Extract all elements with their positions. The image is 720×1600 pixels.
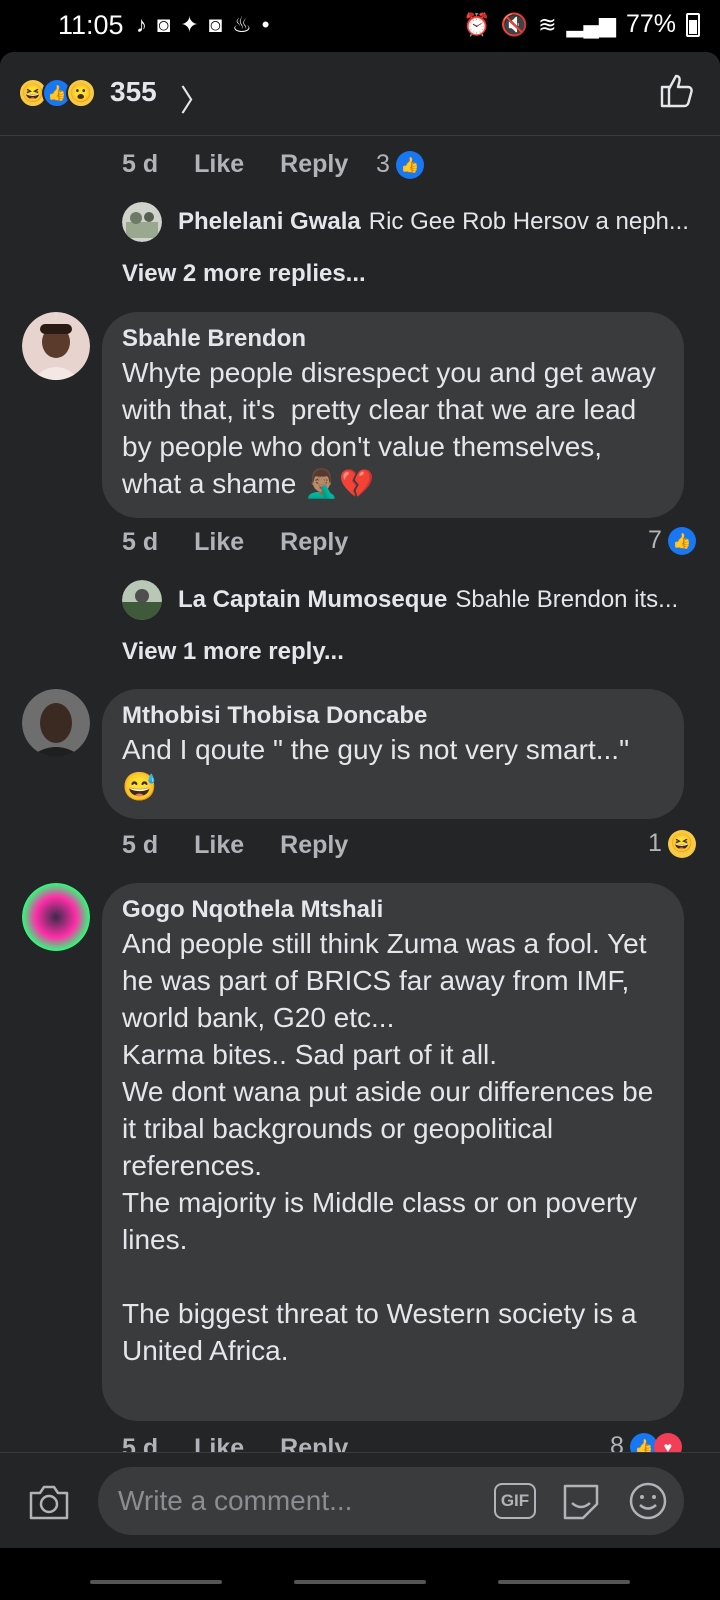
avatar[interactable] [22, 689, 90, 757]
comment-actions: 5 d Like Reply [122, 831, 384, 860]
comment-actions: 5 d Like Reply [122, 150, 384, 179]
comment-bubble: Sbahle Brendon Whyte people disrespect y… [102, 312, 684, 518]
alarm-icon: ⏰ [463, 11, 491, 37]
notification-icon: ♨ [232, 12, 252, 37]
comment-text: And people still think Zuma was a fool. … [122, 928, 654, 1366]
wow-reaction-icon: 😮 [66, 78, 96, 108]
comment-author[interactable]: Mthobisi Thobisa Doncabe [122, 701, 664, 731]
like-button[interactable]: Like [194, 528, 244, 557]
reaction-badge[interactable]: 1 😆 [648, 829, 696, 858]
status-time: 11:05 [58, 10, 124, 40]
comment-author[interactable]: Sbahle Brendon [122, 324, 664, 354]
reaction-summary-header[interactable]: 😆 👍 😮 355 〉 [0, 52, 720, 136]
signal-icon: ▂▄▆ [566, 11, 616, 37]
mute-icon: 🔇 [500, 11, 529, 37]
reaction-emojis: 😆 👍 😮 [18, 78, 96, 108]
instagram-icon: ◙ [208, 12, 223, 37]
comment-time: 5 d [122, 150, 159, 178]
reaction-badge-count: 3 [376, 150, 390, 178]
system-navigation-bar [0, 1548, 720, 1600]
reaction-badge-count: 1 [648, 829, 662, 857]
comments-panel: 😆 👍 😮 355 〉 5 d Like Reply 3 👍 Phelelani… [0, 52, 720, 1600]
status-system-icons: ⏰ 🔇 ≋ ▂▄▆ 77% [463, 10, 700, 39]
avatar[interactable] [22, 312, 90, 380]
avatar [122, 580, 162, 620]
camera-icon[interactable] [28, 1483, 70, 1521]
status-bar: 11:05 ♪ ◙ ✦ ◙ ♨ • ⏰ 🔇 ≋ ▂▄▆ 77% [0, 0, 720, 52]
reaction-badge[interactable]: 7 👍 [648, 526, 696, 555]
battery-percent: 77% [625, 10, 676, 38]
comment-input-placeholder: Write a comment... [118, 1485, 353, 1516]
comment-text: Whyte people disrespect you and get away… [122, 357, 664, 499]
reply-snippet: Ric Gee Rob Hersov a neph... [368, 208, 689, 235]
comment-bubble: Gogo Nqothela Mtshali And people still t… [102, 883, 684, 1421]
reply-button[interactable]: Reply [280, 150, 348, 179]
like-thumb-icon[interactable] [656, 70, 696, 110]
comment-time: 5 d [122, 528, 159, 556]
comment-author[interactable]: Gogo Nqothela Mtshali [122, 895, 664, 925]
reply-preview[interactable]: La Captain Mumoseque Sbahle Brendon its.… [122, 580, 702, 620]
sticker-icon[interactable] [560, 1481, 602, 1521]
like-button[interactable]: Like [194, 831, 244, 860]
reply-author[interactable]: Phelelani Gwala [178, 208, 361, 236]
comment-bubble: Mthobisi Thobisa Doncabe And I qoute " t… [102, 689, 684, 819]
battery-icon [686, 12, 700, 37]
dot-icon: • [261, 12, 270, 37]
emoji-icon[interactable] [628, 1481, 668, 1521]
view-more-replies[interactable]: View 1 more reply... [122, 638, 344, 666]
comment-actions: 5 d Like Reply [122, 528, 384, 557]
reaction-count[interactable]: 355 [110, 76, 157, 108]
comment-input[interactable]: Write a comment... GIF [98, 1467, 684, 1535]
reply-snippet: Sbahle Brendon its... [455, 586, 679, 613]
haha-reaction-icon: 😆 [667, 829, 696, 858]
nav-home-button[interactable] [294, 1580, 426, 1584]
status-app-icons: ♪ ◙ ✦ ◙ ♨ • [136, 12, 269, 38]
nav-recents-button[interactable] [90, 1580, 222, 1584]
like-button[interactable]: Like [194, 150, 244, 179]
reaction-badge-count: 7 [648, 526, 662, 554]
comment-text: And I qoute " the guy is not very smart.… [122, 734, 630, 802]
like-reaction-icon: 👍 [395, 150, 424, 179]
comment-composer: Write a comment... GIF [0, 1452, 720, 1548]
tiktok-icon: ♪ [136, 12, 147, 37]
gif-button[interactable]: GIF [494, 1483, 536, 1519]
reply-preview[interactable]: Phelelani Gwala Ric Gee Rob Hersov a nep… [122, 202, 702, 242]
reply-button[interactable]: Reply [280, 528, 348, 557]
reply-button[interactable]: Reply [280, 831, 348, 860]
chevron-right-icon[interactable]: 〉 [180, 76, 210, 120]
reply-author[interactable]: La Captain Mumoseque [178, 586, 447, 614]
avatar[interactable] [22, 883, 90, 951]
like-reaction-icon: 👍 [667, 526, 696, 555]
twitter-icon: ✦ [180, 12, 199, 37]
view-more-replies[interactable]: View 2 more replies... [122, 260, 366, 288]
reaction-badge[interactable]: 3 👍 [376, 150, 424, 179]
avatar [122, 202, 162, 242]
instagram-icon: ◙ [157, 12, 171, 37]
nav-back-button[interactable] [498, 1580, 630, 1584]
comment-time: 5 d [122, 831, 159, 859]
wifi-icon: ≋ [538, 11, 557, 37]
